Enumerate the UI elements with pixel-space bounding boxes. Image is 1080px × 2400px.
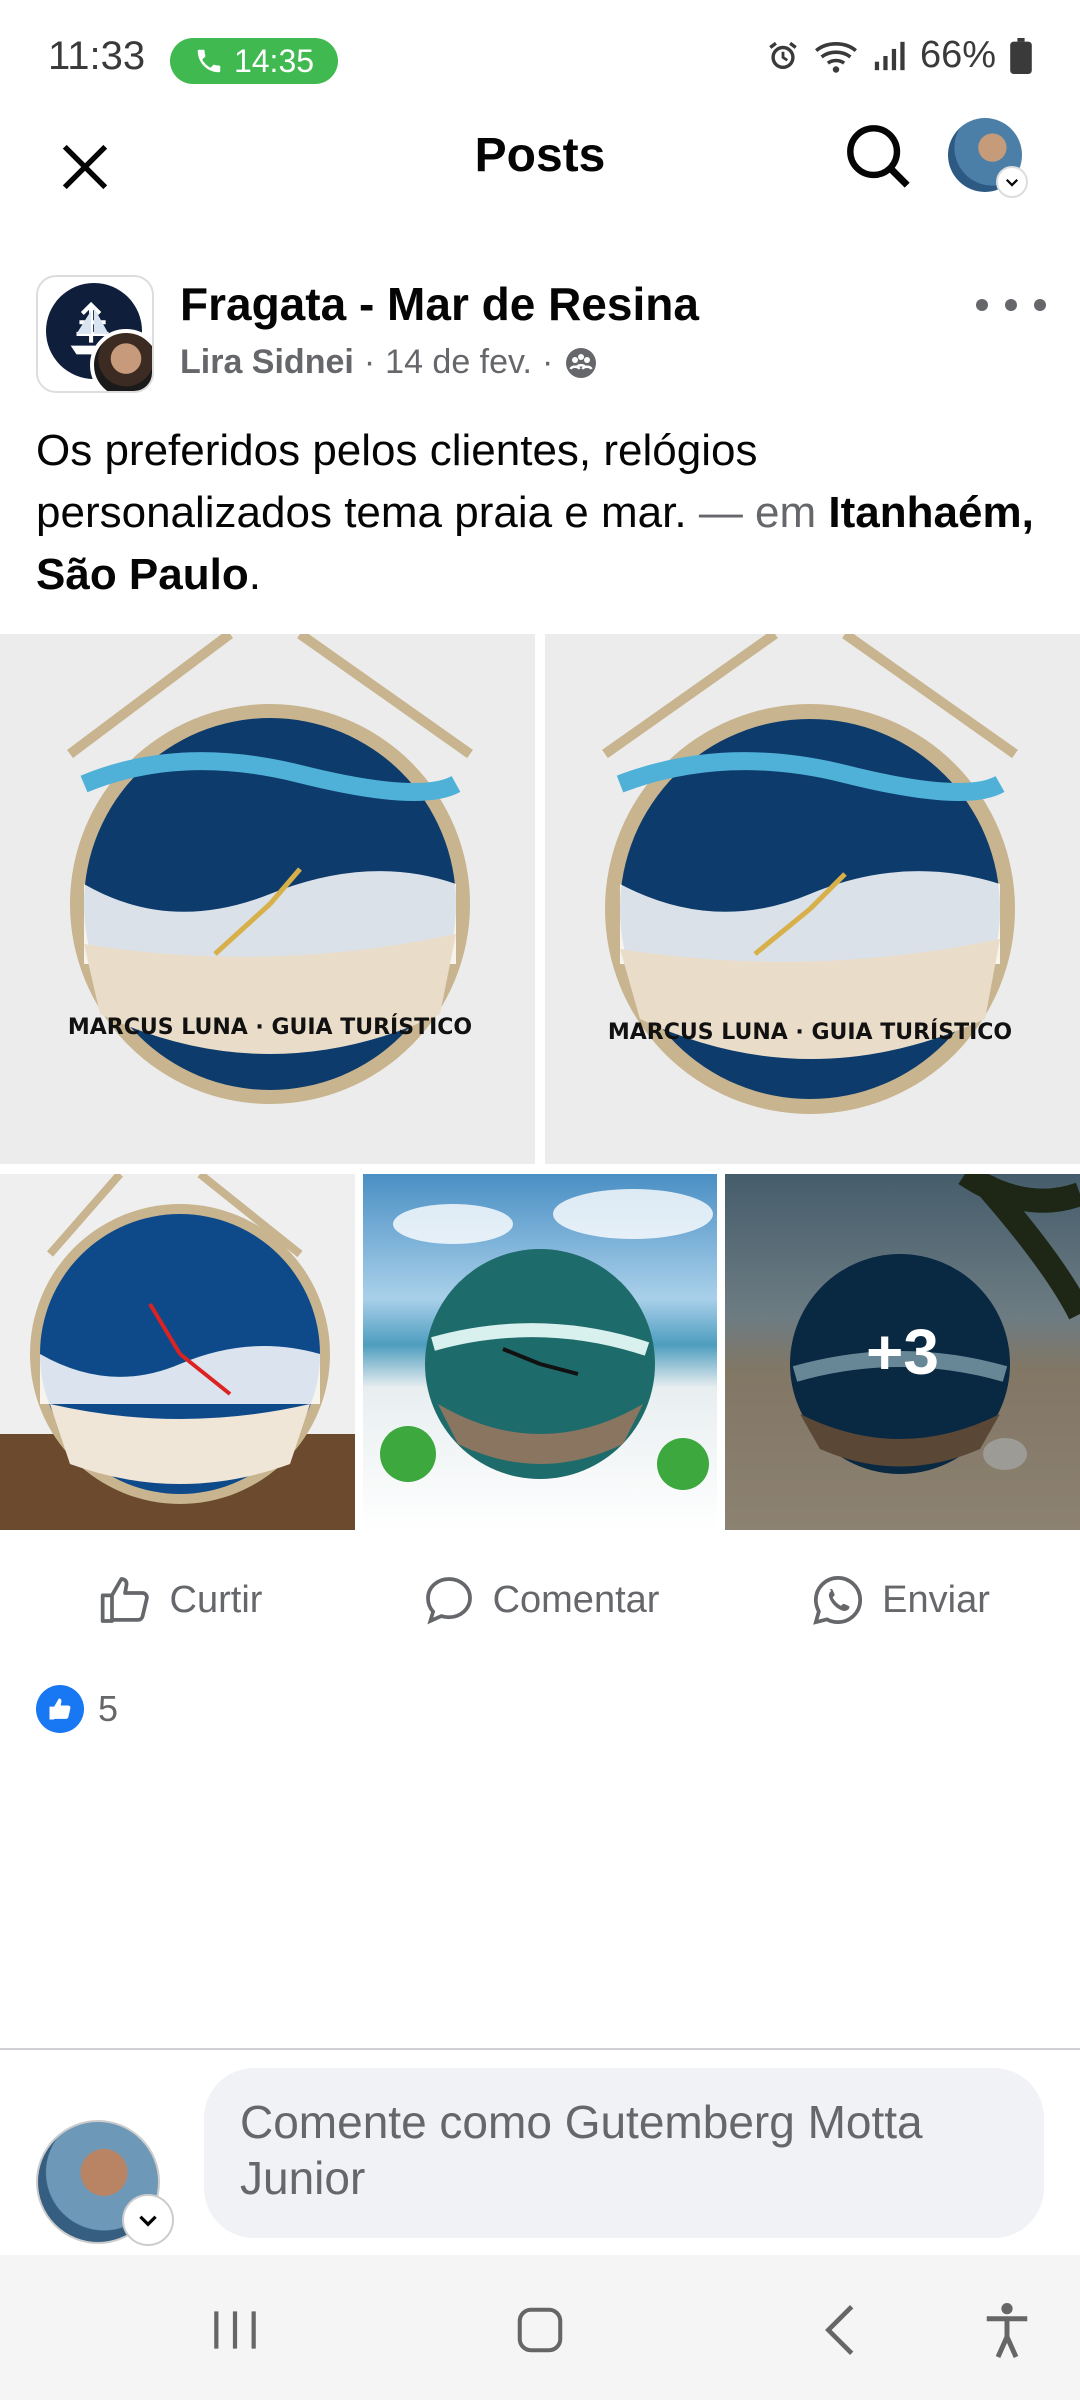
page-logo[interactable]: [36, 275, 154, 393]
author-avatar[interactable]: [90, 329, 152, 391]
my-avatar[interactable]: [36, 2120, 174, 2246]
more-dot-icon: [1005, 299, 1017, 311]
comment-input[interactable]: Comente como Gutemberg Motta Junior: [204, 2068, 1044, 2238]
more-photos-overlay[interactable]: +3: [725, 1174, 1080, 1530]
chevron-down-icon: [996, 166, 1028, 198]
home-button[interactable]: [505, 2295, 575, 2365]
post-photo-5[interactable]: +3: [725, 1174, 1080, 1530]
group-privacy-icon: [566, 347, 597, 378]
photo-grid: MARCUS LUNA · GUIA TURÍSTICO MARCUS LUNA…: [0, 630, 1080, 1536]
phone-icon: [197, 49, 221, 73]
post-text: Os preferidos pelos clientes, relógios p…: [36, 420, 1046, 606]
thumbs-up-icon: [100, 1577, 149, 1623]
search-button[interactable]: [838, 116, 918, 196]
send-label: Enviar: [882, 1578, 990, 1621]
post-author[interactable]: Lira Sidnei: [180, 343, 354, 382]
search-icon: [847, 125, 910, 188]
page-title: Posts: [474, 129, 606, 182]
battery-icon: [1010, 37, 1032, 74]
more-dot-icon: [976, 299, 988, 311]
more-dot-icon: [1034, 299, 1046, 311]
location-prefix: — em: [698, 488, 817, 537]
comment-label: Comentar: [492, 1578, 660, 1621]
resin-clock-image: MARCUS LUNA · GUIA TURÍSTICO: [602, 634, 1018, 1114]
back-icon: [825, 2305, 854, 2355]
app-bar: Posts: [0, 110, 1080, 240]
comment-composer: Comente como Gutemberg Motta Junior: [0, 2050, 1080, 2255]
comment-icon: [425, 1577, 472, 1625]
accessibility-button[interactable]: [972, 2295, 1042, 2365]
accessibility-icon: [986, 2303, 1028, 2359]
meta-separator: ·: [541, 343, 554, 381]
location-suffix: .: [248, 550, 261, 599]
like-button[interactable]: Curtir: [0, 1560, 360, 1640]
call-duration: 14:35: [233, 42, 315, 79]
status-indicators: 66%: [766, 34, 1032, 77]
battery-percent: 66%: [919, 34, 996, 76]
resin-clock-image: MARCUS LUNA · GUIA TURÍSTICO: [67, 634, 473, 1104]
resin-clock-image: [380, 1189, 713, 1490]
back-button[interactable]: [805, 2295, 875, 2365]
comment-button[interactable]: Comentar: [360, 1560, 720, 1640]
alarm-icon: [769, 41, 797, 69]
wifi-icon: [814, 41, 857, 73]
page-name[interactable]: Fragata - Mar de Resina: [180, 277, 699, 331]
post-actions: Curtir Comentar Enviar: [0, 1560, 1080, 1640]
post-photo-2[interactable]: MARCUS LUNA · GUIA TURÍSTICO: [545, 634, 1080, 1164]
recent-apps-icon: [214, 2311, 256, 2349]
resin-clock-image: [0, 1174, 355, 1530]
post-date[interactable]: 14 de fev.: [385, 343, 532, 382]
post-photo-3[interactable]: [0, 1174, 355, 1530]
send-button[interactable]: Enviar: [720, 1560, 1080, 1640]
profile-avatar-button[interactable]: [948, 118, 1028, 198]
status-bar: 11:33 14:35 66%: [0, 0, 1080, 110]
svg-text:MARCUS LUNA · GUIA TURÍSTICO: MARCUS LUNA · GUIA TURÍSTICO: [608, 1019, 1012, 1045]
like-label: Curtir: [169, 1578, 263, 1621]
post-photo-1[interactable]: MARCUS LUNA · GUIA TURÍSTICO: [0, 634, 535, 1164]
post-header: Fragata - Mar de Resina Lira Sidnei · 14…: [36, 275, 1046, 405]
more-options-button[interactable]: [976, 285, 1046, 325]
reactions-summary[interactable]: 5: [36, 1685, 118, 1733]
post-meta: Lira Sidnei · 14 de fev. ·: [180, 343, 599, 382]
reaction-count: 5: [98, 1688, 119, 1729]
system-nav-bar: [0, 2255, 1080, 2400]
post-photo-4[interactable]: [363, 1174, 717, 1530]
signal-icon: [874, 41, 905, 70]
meta-separator: ·: [363, 343, 376, 381]
status-time: 11:33: [48, 34, 146, 78]
like-reaction-icon: [36, 1685, 84, 1733]
recent-apps-button[interactable]: [200, 2295, 270, 2365]
svg-text:MARCUS LUNA · GUIA TURÍSTICO: MARCUS LUNA · GUIA TURÍSTICO: [68, 1014, 472, 1040]
post-body: Os preferidos pelos clientes, relógios p…: [36, 426, 758, 537]
whatsapp-icon: [813, 1575, 863, 1625]
chevron-down-icon[interactable]: [122, 2194, 174, 2246]
ongoing-call-pill[interactable]: 14:35: [170, 38, 338, 84]
home-icon: [517, 2307, 563, 2353]
